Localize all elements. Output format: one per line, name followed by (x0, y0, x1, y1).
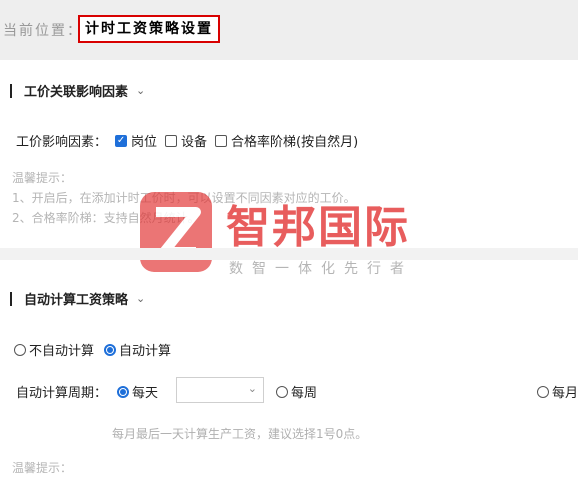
watermark-logo (140, 192, 212, 272)
factors-row: 工价影响因素： ✓ 岗位 设备 合格率阶梯(按自然月) (16, 131, 358, 150)
section-divider (0, 248, 578, 260)
section2-tips-title: 温馨提示： (12, 461, 73, 475)
period-hint: 每月最后一天计算生产工资，建议选择1号0点。 (112, 427, 368, 441)
period-daily-option[interactable]: 每天 (117, 382, 158, 401)
breadcrumb-label: 当前位置： (3, 23, 83, 39)
period-weekly-label[interactable]: 每周 (291, 382, 317, 401)
mode-no-auto-label[interactable]: 不自动计算 (29, 340, 94, 359)
breadcrumb-bar: 当前位置： 计时工资策略设置 (0, 0, 578, 60)
period-weekly-radio[interactable] (276, 385, 288, 398)
tips-title: 温馨提示： (12, 171, 73, 185)
period-label-row: 自动计算周期： (16, 382, 107, 401)
section-marker (10, 291, 12, 306)
section-factors-title: 工价关联影响因素 (24, 85, 129, 100)
factor-post-label[interactable]: 岗位 (131, 131, 157, 150)
section-marker (10, 83, 12, 98)
period-monthly-radio[interactable] (537, 385, 549, 398)
factor-post-checkbox[interactable]: ✓ (115, 134, 128, 147)
mode-auto-radio[interactable] (104, 343, 117, 356)
factor-pass-rate-label[interactable]: 合格率阶梯(按自然月) (231, 131, 358, 150)
calc-mode-row: 不自动计算 自动计算 (14, 340, 171, 359)
period-daily-label[interactable]: 每天 (132, 382, 158, 401)
factor-equipment-label[interactable]: 设备 (181, 131, 207, 150)
section-factors-header[interactable]: 工价关联影响因素 ⌄ (10, 81, 145, 100)
watermark-name: 智邦国际 (226, 202, 410, 253)
mode-no-auto-radio[interactable] (14, 343, 26, 356)
factors-label: 工价影响因素： (16, 135, 108, 150)
period-weekly-option[interactable]: 每周 (276, 382, 317, 401)
chevron-down-icon[interactable]: ⌄ (248, 382, 257, 395)
chevron-down-icon[interactable]: ⌄ (136, 292, 145, 305)
watermark-slogan: 数智一体化先行者 (229, 261, 413, 277)
chevron-down-icon[interactable]: ⌄ (136, 84, 145, 97)
factor-pass-rate-checkbox[interactable] (215, 134, 228, 147)
section-auto-calc-header[interactable]: 自动计算工资策略 ⌄ (10, 289, 145, 308)
factor-equipment-checkbox[interactable] (165, 134, 178, 147)
period-time-select[interactable]: ⌄ (176, 377, 264, 403)
breadcrumb-current: 计时工资策略设置 (78, 15, 220, 43)
period-label: 自动计算周期： (16, 386, 108, 401)
section-auto-calc-title: 自动计算工资策略 (24, 293, 129, 308)
period-monthly-label[interactable]: 每月 (552, 382, 578, 401)
period-daily-radio[interactable] (117, 385, 129, 398)
mode-auto-label[interactable]: 自动计算 (119, 340, 171, 359)
period-monthly-option[interactable]: 每月 (537, 382, 578, 401)
